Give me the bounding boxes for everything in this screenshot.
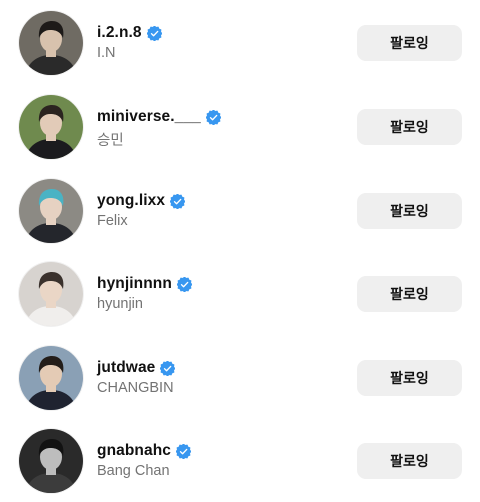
following-button[interactable]: 팔로잉 <box>357 360 462 396</box>
following-row[interactable]: gnabnahc Bang Chan 팔로잉 <box>0 418 480 502</box>
username[interactable]: gnabnahc <box>97 442 171 460</box>
verified-badge-icon <box>160 360 176 376</box>
full-name: Felix <box>97 213 128 229</box>
profile-avatar[interactable] <box>19 429 83 493</box>
profile-names: i.2.n.8 I.N <box>97 23 337 61</box>
full-name: 승민 <box>97 133 124 149</box>
following-button[interactable]: 팔로잉 <box>357 276 462 312</box>
profile-names: miniverse.___ 승민 <box>97 107 337 150</box>
username[interactable]: miniverse.___ <box>97 108 201 126</box>
following-button[interactable]: 팔로잉 <box>357 109 462 145</box>
verified-badge-icon <box>170 193 186 209</box>
following-row[interactable]: yong.lixx Felix 팔로잉 <box>0 168 480 252</box>
username-line: miniverse.___ <box>97 107 337 127</box>
full-name: I.N <box>97 45 116 61</box>
username[interactable]: hynjinnnn <box>97 275 172 293</box>
username[interactable]: jutdwae <box>97 359 155 377</box>
verified-badge-icon <box>176 276 192 292</box>
full-name: hyunjin <box>97 296 143 312</box>
following-button[interactable]: 팔로잉 <box>357 193 462 229</box>
verified-badge-icon <box>146 25 162 41</box>
verified-badge-icon <box>205 109 221 125</box>
profile-names: yong.lixx Felix <box>97 191 337 229</box>
verified-badge-icon <box>176 443 192 459</box>
profile-names: hynjinnnn hyunjin <box>97 274 337 312</box>
following-row[interactable]: jutdwae CHANGBIN 팔로잉 <box>0 335 480 419</box>
following-row[interactable]: hynjinnnn hyunjin 팔로잉 <box>0 251 480 335</box>
profile-avatar[interactable] <box>19 95 83 159</box>
profile-avatar[interactable] <box>19 179 83 243</box>
profile-names: jutdwae CHANGBIN <box>97 358 337 396</box>
username-line: jutdwae <box>97 358 337 378</box>
following-button[interactable]: 팔로잉 <box>357 443 462 479</box>
following-list: i.2.n.8 I.N 팔로잉 miniverse.___ 승민 팔로잉 yon… <box>0 0 480 499</box>
username[interactable]: i.2.n.8 <box>97 24 142 42</box>
full-name: Bang Chan <box>97 463 170 479</box>
profile-avatar[interactable] <box>19 262 83 326</box>
username-line: yong.lixx <box>97 191 337 211</box>
profile-avatar[interactable] <box>19 11 83 75</box>
following-row[interactable]: miniverse.___ 승민 팔로잉 <box>0 84 480 168</box>
username-line: i.2.n.8 <box>97 23 337 43</box>
following-row[interactable]: i.2.n.8 I.N 팔로잉 <box>0 0 480 84</box>
username-line: hynjinnnn <box>97 274 337 294</box>
profile-avatar[interactable] <box>19 346 83 410</box>
username[interactable]: yong.lixx <box>97 192 165 210</box>
username-line: gnabnahc <box>97 441 337 461</box>
following-button[interactable]: 팔로잉 <box>357 25 462 61</box>
full-name: CHANGBIN <box>97 380 174 396</box>
profile-names: gnabnahc Bang Chan <box>97 441 337 479</box>
